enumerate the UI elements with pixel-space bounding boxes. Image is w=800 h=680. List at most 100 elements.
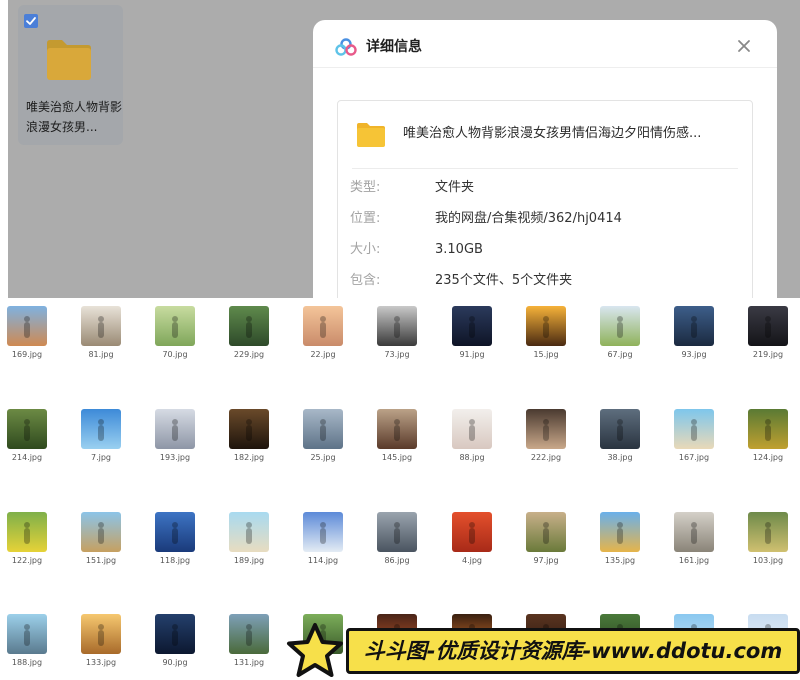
thumbnail-image[interactable] xyxy=(81,306,121,346)
thumbnail-image[interactable] xyxy=(81,409,121,449)
thumbnail-item[interactable]: 182.jpg xyxy=(222,401,282,462)
thumbnail-item[interactable]: 73.jpg xyxy=(370,298,430,359)
thumbnail-item[interactable]: 135.jpg xyxy=(593,504,653,565)
thumbnail-item[interactable]: 219.jpg xyxy=(741,298,800,359)
box-divider xyxy=(352,168,738,169)
details-box: 唯美治愈人物背影浪漫女孩男情侣海边夕阳情伤感... 类型: 文件夹 位置: 我的… xyxy=(337,100,753,298)
thumbnail-item[interactable]: 91.jpg xyxy=(445,298,505,359)
thumbnail-filename: 81.jpg xyxy=(88,350,114,359)
location-value[interactable]: 我的网盘/合集视频/362/hj0414 xyxy=(435,210,622,228)
thumbnail-item[interactable]: 167.jpg xyxy=(667,401,727,462)
thumbnail-image[interactable] xyxy=(526,409,566,449)
contains-label: 包含: xyxy=(350,273,381,288)
thumbnail-image[interactable] xyxy=(7,306,47,346)
thumbnail-item[interactable]: 188.jpg xyxy=(0,606,60,667)
thumbnail-item[interactable]: 25.jpg xyxy=(296,401,356,462)
thumbnail-image[interactable] xyxy=(303,306,343,346)
thumbnail-image[interactable] xyxy=(748,306,788,346)
thumbnail-filename: 145.jpg xyxy=(381,453,413,462)
thumbnail-filename: 22.jpg xyxy=(310,350,336,359)
thumbnail-image[interactable] xyxy=(452,409,492,449)
thumbnail-item[interactable]: 151.jpg xyxy=(74,504,134,565)
thumbnail-item[interactable]: 124.jpg xyxy=(741,401,800,462)
thumbnail-filename: 15.jpg xyxy=(533,350,559,359)
close-icon[interactable] xyxy=(736,38,752,54)
thumbnail-item[interactable]: 193.jpg xyxy=(148,401,208,462)
thumbnail-filename: 229.jpg xyxy=(233,350,265,359)
thumbnail-item[interactable]: 7.jpg xyxy=(74,401,134,462)
thumbnail-item[interactable]: 22.jpg xyxy=(296,298,356,359)
thumbnail-image[interactable] xyxy=(377,306,417,346)
thumbnail-image[interactable] xyxy=(155,512,195,552)
thumbnail-image[interactable] xyxy=(674,512,714,552)
thumbnail-item[interactable]: 97.jpg xyxy=(519,504,579,565)
thumbnail-image[interactable] xyxy=(748,512,788,552)
thumbnail-image[interactable] xyxy=(526,512,566,552)
thumbnail-image[interactable] xyxy=(600,512,640,552)
thumbnail-image[interactable] xyxy=(7,409,47,449)
thumbnail-item[interactable]: 145.jpg xyxy=(370,401,430,462)
thumbnail-image[interactable] xyxy=(229,409,269,449)
thumbnail-item[interactable]: 122.jpg xyxy=(0,504,60,565)
thumbnail-item[interactable]: 189.jpg xyxy=(222,504,282,565)
thumbnail-image[interactable] xyxy=(303,409,343,449)
thumbnail-image[interactable] xyxy=(155,614,195,654)
type-label: 类型: xyxy=(350,180,381,195)
thumbnail-item[interactable]: 88.jpg xyxy=(445,401,505,462)
thumbnail-image[interactable] xyxy=(600,409,640,449)
thumbnail-filename: 25.jpg xyxy=(310,453,336,462)
thumbnail-item[interactable]: 222.jpg xyxy=(519,401,579,462)
selected-folder-card[interactable]: 唯美治愈人物背影浪漫女孩男... xyxy=(18,5,123,145)
thumbnail-image[interactable] xyxy=(229,306,269,346)
thumbnail-filename: 90.jpg xyxy=(162,658,188,667)
thumbnail-item[interactable]: 118.jpg xyxy=(148,504,208,565)
thumbnail-item[interactable]: 229.jpg xyxy=(222,298,282,359)
thumbnail-image[interactable] xyxy=(674,306,714,346)
thumbnail-item[interactable]: 214.jpg xyxy=(0,401,60,462)
thumbnail-image[interactable] xyxy=(303,512,343,552)
thumbnail-filename: 214.jpg xyxy=(11,453,43,462)
thumbnail-filename: 73.jpg xyxy=(384,350,410,359)
thumbnail-image[interactable] xyxy=(377,409,417,449)
thumbnail-item[interactable]: 86.jpg xyxy=(370,504,430,565)
thumbnail-item[interactable]: 161.jpg xyxy=(667,504,727,565)
thumbnail-item[interactable]: 103.jpg xyxy=(741,504,800,565)
thumbnail-item[interactable]: 15.jpg xyxy=(519,298,579,359)
thumbnail-image[interactable] xyxy=(81,614,121,654)
thumbnail-image[interactable] xyxy=(526,306,566,346)
thumbnail-image[interactable] xyxy=(452,512,492,552)
thumbnail-image[interactable] xyxy=(674,409,714,449)
thumbnail-filename: 189.jpg xyxy=(233,556,265,565)
thumbnail-image[interactable] xyxy=(155,409,195,449)
thumbnail-image[interactable] xyxy=(229,614,269,654)
thumbnail-item[interactable]: 93.jpg xyxy=(667,298,727,359)
thumbnail-image[interactable] xyxy=(452,306,492,346)
thumbnail-item[interactable]: 90.jpg xyxy=(148,606,208,667)
thumbnail-item[interactable]: 38.jpg xyxy=(593,401,653,462)
thumbnail-image[interactable] xyxy=(7,614,47,654)
thumbnail-item[interactable]: 4.jpg xyxy=(445,504,505,565)
thumbnail-item[interactable]: 133.jpg xyxy=(74,606,134,667)
thumbnail-filename: 38.jpg xyxy=(607,453,633,462)
thumbnail-item[interactable]: 70.jpg xyxy=(148,298,208,359)
folder-name: 唯美治愈人物背影浪漫女孩男... xyxy=(26,100,123,134)
thumbnail-item[interactable]: 131.jpg xyxy=(222,606,282,667)
thumbnail-filename: 188.jpg xyxy=(11,658,43,667)
thumbnail-image[interactable] xyxy=(7,512,47,552)
thumbnail-item[interactable]: 81.jpg xyxy=(74,298,134,359)
thumbnail-item[interactable]: 114.jpg xyxy=(296,504,356,565)
thumbnail-item[interactable]: 169.jpg xyxy=(0,298,60,359)
thumbnail-image[interactable] xyxy=(81,512,121,552)
thumbnail-filename: 222.jpg xyxy=(530,453,562,462)
thumbnail-image[interactable] xyxy=(377,512,417,552)
details-dialog: 详细信息 唯美治愈人物背影浪漫女孩男情侣海边夕阳情伤感... 类型: 文件夹 位… xyxy=(313,20,777,298)
checkbox-checked-icon[interactable] xyxy=(24,14,38,28)
thumbnail-image[interactable] xyxy=(155,306,195,346)
contains-value: 235个文件、5个文件夹 xyxy=(435,273,573,288)
thumbnail-filename: 91.jpg xyxy=(459,350,485,359)
thumbnail-item[interactable]: 67.jpg xyxy=(593,298,653,359)
thumbnail-image[interactable] xyxy=(229,512,269,552)
thumbnail-image[interactable] xyxy=(748,409,788,449)
thumbnail-filename: 86.jpg xyxy=(384,556,410,565)
thumbnail-image[interactable] xyxy=(600,306,640,346)
